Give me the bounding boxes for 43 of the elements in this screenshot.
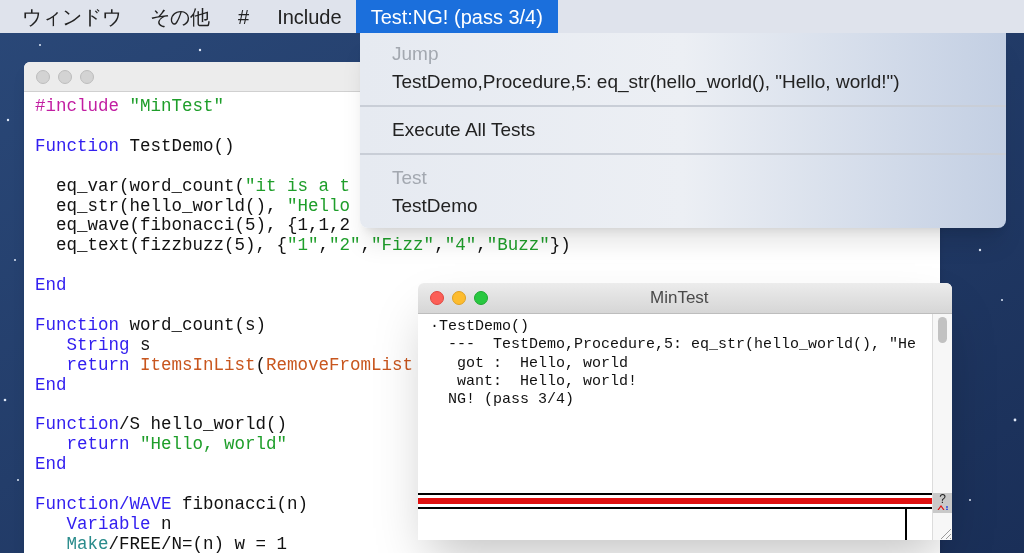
window-title: MinTest bbox=[650, 287, 709, 310]
menu-entry[interactable]: TestDemo,Procedure,5: eq_str(hello_world(), "Hello, world!") bbox=[360, 68, 1006, 96]
code-line: Function TestDemo() bbox=[35, 136, 235, 157]
code-line: eq_wave(fibonacci(5), {1,1,2 bbox=[55, 216, 351, 237]
code-line: End bbox=[35, 375, 67, 396]
code-line: Function word_count(s) bbox=[35, 315, 267, 336]
menu-item[interactable]: Test:NG! (pass 3/4) bbox=[355, 0, 558, 33]
output-line: want: Hello, world! bbox=[456, 372, 638, 392]
menu-section-header: Test bbox=[391, 165, 428, 190]
help-button[interactable]: ? bbox=[933, 493, 952, 513]
code-line: eq_var(word_count("it is a t bbox=[55, 176, 351, 197]
menu-section-header: Jump bbox=[391, 41, 440, 66]
code-line: #include "MinTest" bbox=[35, 97, 225, 117]
scrollbar-thumb[interactable] bbox=[938, 317, 947, 343]
code-line: Function/WAVE fibonacci(n) bbox=[35, 495, 309, 515]
output-line: got : Hello, world bbox=[456, 354, 629, 373]
code-line: return "Hello, world" bbox=[65, 435, 288, 456]
code-line: eq_text(fizzbuzz(5), {"1","2","Fizz","4","Buzz"}) bbox=[55, 236, 571, 257]
caret-icon bbox=[935, 505, 950, 510]
code-line: return ItemsInList(RemoveFromList bbox=[65, 355, 414, 376]
output-line: NG! (pass 3/4) bbox=[447, 391, 575, 410]
menu-entry[interactable]: TestDemo bbox=[360, 192, 1006, 220]
code-line: Variable n bbox=[65, 514, 172, 535]
menu-item[interactable]: その他 bbox=[136, 0, 224, 33]
code-line: eq_str(hello_world(), "Hello bbox=[55, 196, 351, 217]
code-line: Make/FREE/N=(n) w = 1 bbox=[65, 534, 288, 553]
output-line: --- TestDemo,Procedure,5: eq_str(hello_world(), "He bbox=[447, 336, 917, 355]
output-line: ·TestDemo() bbox=[430, 318, 530, 337]
code-line: End bbox=[35, 276, 67, 296]
menu-item[interactable]: Include bbox=[263, 0, 356, 33]
zoom-button[interactable] bbox=[80, 69, 94, 84]
minimize-button[interactable] bbox=[452, 291, 466, 305]
minimize-button[interactable] bbox=[58, 69, 72, 84]
code-line: Function/S hello_world() bbox=[35, 415, 288, 436]
menu-entry[interactable]: Execute All Tests bbox=[360, 116, 1006, 144]
code-line: End bbox=[35, 455, 67, 476]
menu-item[interactable]: ウィンドウ bbox=[8, 0, 136, 33]
code-line: String s bbox=[65, 335, 151, 356]
resize-grip-icon[interactable] bbox=[938, 526, 952, 540]
close-button[interactable] bbox=[430, 291, 444, 305]
zoom-button[interactable] bbox=[474, 291, 488, 305]
close-button[interactable] bbox=[36, 69, 50, 84]
menu-item[interactable]: # bbox=[224, 0, 264, 33]
